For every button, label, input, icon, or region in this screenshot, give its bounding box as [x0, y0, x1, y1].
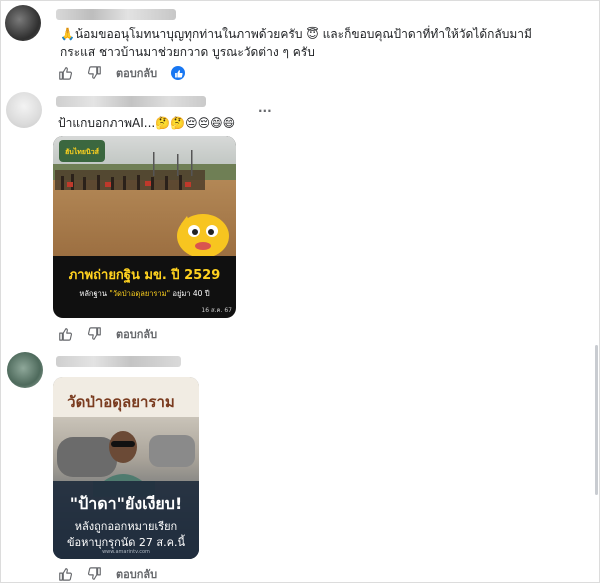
reply-button[interactable]: ตอบกลับ — [116, 64, 157, 82]
dislike-icon[interactable] — [86, 64, 104, 82]
subline-quote: "วัดป่าอดุลยาราม" — [109, 289, 171, 298]
comment-text-line-1: 🙏น้อมขออนุโมทนาบุญทุกท่านในภาพด้วยครับ 😇… — [60, 27, 532, 41]
more-options-icon[interactable]: ··· — [258, 104, 272, 118]
subline-suffix: อยู่มา 40 ปี — [172, 289, 210, 298]
dislike-icon[interactable] — [86, 565, 104, 583]
comment-actions: ตอบกลับ — [56, 565, 157, 583]
comment-actions: ตอบกลับ — [56, 64, 186, 82]
like-reaction-icon[interactable] — [171, 66, 186, 80]
commenter-name-blurred[interactable] — [56, 9, 176, 20]
like-icon[interactable] — [56, 64, 74, 82]
scrollbar[interactable] — [595, 345, 598, 495]
image-subline: หลักฐาน "วัดป่าอดุลยาราม" อยู่มา 40 ปี — [53, 288, 236, 300]
reply-button[interactable]: ตอบกลับ — [116, 565, 157, 583]
subline-prefix: หลักฐาน — [79, 289, 107, 298]
comment-actions: ตอบกลับ — [56, 325, 157, 343]
kathin-photo: ฮับไทยนิวส์ — [53, 136, 236, 256]
image-headline: "ป้าดา"ยังเงียบ! — [53, 492, 199, 517]
logo-text: ฮับไทยนิวส์ — [65, 147, 100, 156]
commenter-name-blurred[interactable] — [56, 356, 181, 367]
like-icon[interactable] — [56, 325, 74, 343]
temple-sign-text: วัดป่าอดุลยาราม — [67, 393, 175, 412]
avatar[interactable] — [7, 352, 43, 388]
comment-image-kathin[interactable]: ฮับไทยนิวส์ ภาพถ่ายกฐิน มข. ปี 2529 หลัก… — [53, 136, 236, 318]
image-headline: ภาพถ่ายกฐิน มข. ปี 2529 — [68, 268, 221, 283]
image-date: 16 ส.ค. 67 — [201, 307, 232, 314]
reply-button[interactable]: ตอบกลับ — [116, 325, 157, 343]
headline-quote: "ป้าดา" — [69, 494, 125, 513]
dislike-icon[interactable] — [86, 325, 104, 343]
comment-text: ป้าแกบอกภาพAI...🤔🤔😔😔😄😄 — [58, 116, 236, 130]
comment-image-pada[interactable]: วัดป่าอดุลยาราม "ป้าดา"ยังเงียบ! หลังถูก… — [53, 377, 199, 559]
comment-text-line-2: กระแส ชาวบ้านมาช่วยกวาด บูรณะวัดต่าง ๆ ค… — [60, 45, 315, 59]
comment-text: 🙏น้อมขออนุโมทนาบุญทุกท่านในภาพด้วยครับ 😇… — [60, 25, 580, 61]
image-watermark: www.amarintv.com — [102, 549, 150, 555]
like-icon[interactable] — [56, 565, 74, 583]
avatar[interactable] — [5, 5, 41, 41]
headline-rest: ยังเงียบ! — [124, 494, 183, 513]
avatar[interactable] — [6, 92, 42, 128]
commenter-name-blurred[interactable] — [56, 96, 206, 107]
